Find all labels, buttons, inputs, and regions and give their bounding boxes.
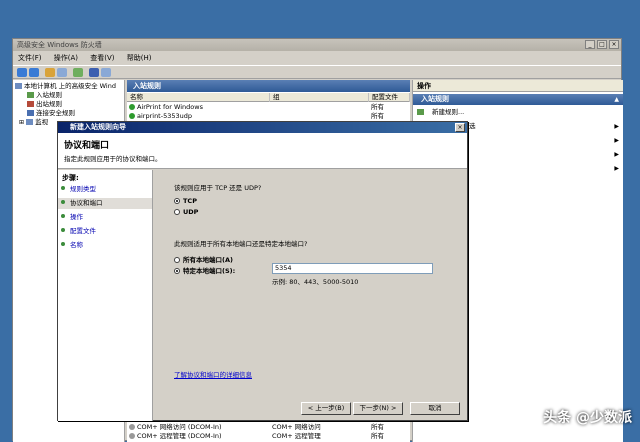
firewall-icon xyxy=(15,83,22,89)
radio-udp-circle[interactable] xyxy=(174,209,180,215)
back-button[interactable]: < 上一步(B) xyxy=(301,402,351,415)
step-bullet-icon xyxy=(61,228,65,232)
step-bullet-icon xyxy=(61,186,65,190)
table-row[interactable]: AirPrint for Windows 所有 xyxy=(127,103,410,112)
chevron-right-icon: ▶ xyxy=(614,137,619,144)
dialog-header: 协议和端口 指定此规则应用于的协议和端口。 xyxy=(58,133,467,169)
step-bullet-icon xyxy=(61,200,65,204)
table-row[interactable]: airprint-5353udp 所有 xyxy=(127,112,410,121)
radio-tcp-circle[interactable] xyxy=(174,198,180,204)
properties-icon[interactable] xyxy=(101,68,111,77)
column-header-row: 名称 组 配置文件 xyxy=(127,93,410,102)
up-folder-icon[interactable] xyxy=(45,68,55,77)
tree-item-outbound[interactable]: 出站规则 xyxy=(27,100,62,109)
menu-file[interactable]: 文件(F) xyxy=(13,52,47,64)
tree-item-monitor[interactable]: ⊞ 监视 xyxy=(19,118,48,127)
wizard-content: 该规则应用于 TCP 还是 UDP? TCP UDP 此规则适用于所有本地端口还… xyxy=(154,170,467,421)
close-button[interactable]: × xyxy=(609,40,619,49)
help-icon[interactable] xyxy=(89,68,99,77)
maximize-button[interactable]: □ xyxy=(597,40,607,49)
outbound-rules-icon xyxy=(27,101,34,107)
actions-header: 操作 xyxy=(413,80,623,92)
dialog-close-button[interactable]: × xyxy=(455,123,465,132)
tree-item-inbound[interactable]: 入站规则 xyxy=(27,91,62,100)
column-profile[interactable]: 配置文件 xyxy=(369,93,410,102)
radio-specific-ports-circle[interactable] xyxy=(174,268,180,274)
ports-question: 此规则适用于所有本地端口还是特定本地端口? xyxy=(174,240,308,248)
step-rule-type[interactable]: 规则类型 xyxy=(58,184,152,195)
column-group[interactable]: 组 xyxy=(270,93,369,102)
port-example: 示例: 80、443、5000-5010 xyxy=(272,278,359,286)
radio-udp[interactable]: UDP xyxy=(174,208,198,216)
menu-help[interactable]: 帮助(H) xyxy=(122,52,157,64)
action-new-rule[interactable]: 新建规则... xyxy=(413,107,623,118)
toolbar xyxy=(13,65,621,79)
show-tree-icon[interactable] xyxy=(57,68,67,77)
radio-all-ports-circle[interactable] xyxy=(174,257,180,263)
new-inbound-rule-wizard: 新建入站规则向导 × 协议和端口 指定此规则应用于的协议和端口。 步骤: 规则类… xyxy=(57,121,468,421)
protocol-question: 该规则应用于 TCP 还是 UDP? xyxy=(174,184,262,192)
step-action[interactable]: 操作 xyxy=(58,212,152,223)
menu-view[interactable]: 查看(V) xyxy=(85,52,119,64)
minimize-button[interactable]: _ xyxy=(585,40,595,49)
rules-list-header: 入站规则 xyxy=(127,80,410,92)
dialog-heading: 协议和端口 xyxy=(64,141,110,151)
step-bullet-icon xyxy=(61,242,65,246)
disabled-rule-icon xyxy=(129,424,135,430)
step-protocol-ports[interactable]: 协议和端口 xyxy=(58,198,152,209)
chevron-right-icon: ▶ xyxy=(614,151,619,158)
steps-panel: 步骤: 规则类型 协议和端口 操作 配置文件 名称 xyxy=(58,170,153,421)
chevron-right-icon: ▶ xyxy=(614,165,619,172)
tree-item-connection-security[interactable]: 连接安全规则 xyxy=(27,109,75,118)
forward-arrow-icon[interactable] xyxy=(29,68,39,77)
collapse-icon[interactable]: ▲ xyxy=(614,94,619,105)
back-arrow-icon[interactable] xyxy=(17,68,27,77)
dialog-title: 新建入站规则向导 xyxy=(58,122,467,133)
table-row[interactable]: COM+ 网络访问 (DCOM-In) COM+ 网络访问 所有 xyxy=(127,423,410,432)
radio-all-ports[interactable]: 所有本地端口(A) xyxy=(174,254,233,264)
dialog-subheading: 指定此规则应用于的协议和端口。 xyxy=(64,155,162,163)
inbound-rules-icon xyxy=(27,92,34,98)
radio-tcp[interactable]: TCP xyxy=(174,197,197,205)
enabled-check-icon xyxy=(129,113,135,119)
cancel-button[interactable]: 取消 xyxy=(410,402,460,415)
watermark: 头条 @少数派 xyxy=(543,410,632,426)
table-row[interactable]: COM+ 远程管理 (DCOM-In) COM+ 远程管理 所有 xyxy=(127,432,410,441)
expand-icon[interactable]: ⊞ xyxy=(19,119,24,126)
learn-more-link[interactable]: 了解协议和端口的详细信息 xyxy=(174,369,252,379)
menu-action[interactable]: 操作(A) xyxy=(49,52,83,64)
step-name[interactable]: 名称 xyxy=(58,240,152,251)
window-title: 高级安全 Windows 防火墙 xyxy=(13,39,621,51)
port-input[interactable]: 5354 xyxy=(272,263,433,274)
disabled-rule-icon xyxy=(129,433,135,439)
radio-specific-ports[interactable]: 特定本地端口(S): xyxy=(174,265,235,275)
step-bullet-icon xyxy=(61,214,65,218)
steps-title: 步骤: xyxy=(62,174,79,182)
monitor-icon xyxy=(26,119,34,125)
column-name[interactable]: 名称 xyxy=(127,93,270,102)
actions-subheader[interactable]: 入站规则 ▲ xyxy=(413,94,623,105)
new-rule-icon xyxy=(417,109,424,115)
enabled-check-icon xyxy=(129,104,135,110)
connection-security-icon xyxy=(27,110,34,116)
next-button[interactable]: 下一步(N) > xyxy=(353,402,403,415)
chevron-right-icon: ▶ xyxy=(614,123,619,130)
step-profile[interactable]: 配置文件 xyxy=(58,226,152,237)
menu-bar: 文件(F) 操作(A) 查看(V) 帮助(H) xyxy=(13,52,621,64)
export-icon[interactable] xyxy=(73,68,83,77)
tree-root[interactable]: 本地计算机 上的高级安全 Wind xyxy=(15,82,116,91)
